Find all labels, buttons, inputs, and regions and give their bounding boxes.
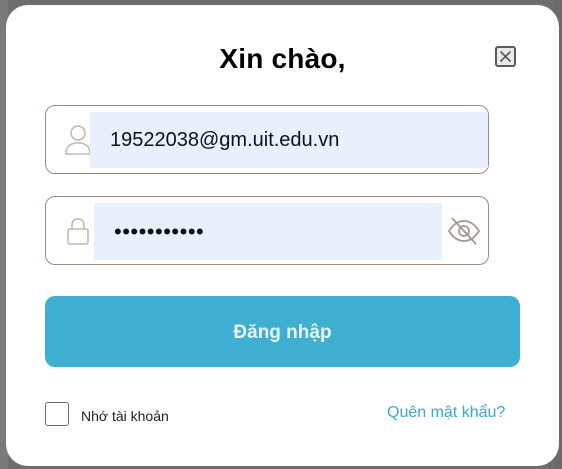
- login-modal: Xin chào, Đăng nhập Nhớ tài khoản Quên m…: [6, 5, 559, 466]
- remember-checkbox[interactable]: [45, 402, 69, 426]
- lock-icon: [67, 218, 89, 245]
- password-input[interactable]: [94, 203, 442, 260]
- eye-off-icon[interactable]: [446, 215, 482, 247]
- close-button[interactable]: [495, 46, 516, 67]
- close-icon: [499, 50, 512, 63]
- email-field: [45, 105, 489, 174]
- login-button[interactable]: Đăng nhập: [45, 296, 520, 367]
- remember-label: Nhớ tài khoản: [81, 408, 169, 424]
- user-icon: [65, 125, 91, 155]
- email-input[interactable]: [90, 112, 488, 168]
- modal-title: Xin chào,: [219, 43, 346, 74]
- password-field: [45, 196, 489, 265]
- forgot-password-link[interactable]: Quên mật khẩu?: [387, 404, 505, 422]
